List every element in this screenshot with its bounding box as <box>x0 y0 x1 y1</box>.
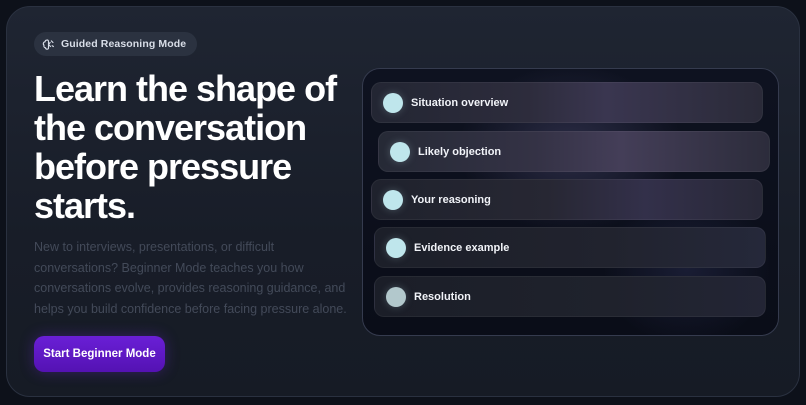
mode-badge-label: Guided Reasoning Mode <box>61 38 187 50</box>
conversation-steps-panel: Situation overview Likely objection Your… <box>362 68 779 336</box>
beginner-mode-card: Guided Reasoning Mode Learn the shape of… <box>6 6 800 397</box>
step-dot-icon <box>390 141 410 162</box>
mode-badge: Guided Reasoning Mode <box>34 32 198 56</box>
step-label: Situation overview <box>411 96 509 109</box>
step-dot-icon <box>386 237 406 258</box>
step-dot-icon <box>383 92 403 113</box>
step-resolution[interactable]: Resolution <box>374 276 766 317</box>
hero-headline: Learn the shape of the conversation befo… <box>34 68 337 226</box>
start-beginner-mode-button[interactable]: Start Beginner Mode <box>34 336 165 372</box>
hero-description: New to interviews, presentations, or dif… <box>34 240 347 316</box>
step-situation-overview[interactable]: Situation overview <box>371 82 763 123</box>
step-label: Likely objection <box>418 145 502 158</box>
step-label: Evidence example <box>414 241 510 254</box>
brain-icon <box>42 38 55 51</box>
step-likely-objection[interactable]: Likely objection <box>378 131 770 172</box>
step-label: Resolution <box>414 290 471 303</box>
step-label: Your reasoning <box>411 193 491 206</box>
step-evidence-example[interactable]: Evidence example <box>374 227 766 268</box>
step-dot-icon <box>386 286 406 307</box>
step-your-reasoning[interactable]: Your reasoning <box>371 179 763 220</box>
step-dot-icon <box>383 189 403 210</box>
